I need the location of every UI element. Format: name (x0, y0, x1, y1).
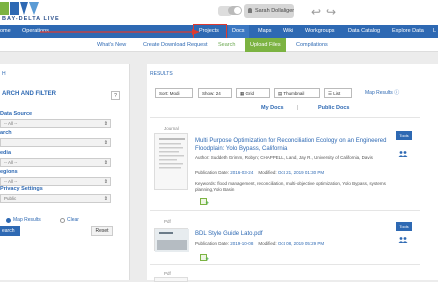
subnav-whats-new[interactable]: What's New (97, 38, 126, 52)
tools-button[interactable]: Tools (396, 222, 412, 231)
nav-explore-data[interactable]: Explore Data (392, 25, 424, 38)
subnav-upload-files[interactable]: Upload Files (245, 38, 286, 52)
clear-label: Clear (67, 217, 79, 223)
thumbnail-label: Thumbnail (283, 91, 305, 96)
results-title: RESULTS (150, 71, 173, 77)
search-label: arch (0, 130, 12, 136)
subnav-search[interactable]: Search (218, 38, 235, 52)
doc-title-link[interactable]: BDL Style Guide Lato.pdf (195, 231, 400, 239)
document-preview-icon (159, 138, 185, 169)
tools-button[interactable]: Tools (396, 131, 412, 140)
sidebar-section-label: H (2, 71, 6, 77)
nav-maps[interactable]: Maps (258, 25, 271, 38)
authors-value: Suddeth Grimm, Robyn; CHAPPELL, Land, Ja… (210, 155, 373, 160)
doc-type-label: Pdf (164, 219, 171, 224)
divider (150, 264, 420, 265)
map-results-link-label: Map Results (365, 90, 393, 96)
sidebar-heading: ARCH AND FILTER (2, 91, 56, 97)
doc-thumbnail[interactable] (154, 228, 189, 252)
data-source-select[interactable]: -- All -- (0, 119, 111, 128)
divider (150, 117, 420, 118)
nav-home[interactable]: ome (0, 25, 11, 38)
results-panel: RESULTS Sort: Modi Show: 24 ▦ Grid ▤ Thu… (147, 64, 438, 282)
pub-date-value: 2016-03-24 (230, 170, 254, 175)
sort-select[interactable]: Sort: Modi (155, 88, 193, 98)
pub-date-label: Publication Date: (195, 241, 230, 246)
doc-dates: Publication Date: 2019-10-08 Modified: O… (195, 241, 324, 247)
doc-dates: Publication Date: 2016-03-24 Modified: O… (195, 170, 324, 176)
doc-authors: Author: Suddeth Grimm, Robyn; CHAPPELL, … (195, 155, 405, 161)
add-to-compilation-icon[interactable] (200, 254, 209, 263)
map-results-link[interactable]: Map Results ⓘ (365, 89, 399, 96)
map-results-checkbox[interactable] (6, 218, 11, 223)
search-filter-sidebar: H ARCH AND FILTER ? Data Source -- All -… (0, 64, 130, 280)
back-arrow-icon[interactable]: ↩ (311, 5, 321, 19)
document-preview-icon (155, 229, 189, 252)
doc-title-link[interactable]: Multi Purpose Optimization for Reconcili… (195, 138, 400, 153)
add-to-compilation-icon[interactable] (200, 198, 209, 207)
bay-delta-logo-icon[interactable] (0, 2, 40, 15)
grid-view-button[interactable]: ▦ Grid (236, 88, 270, 98)
nav-docs[interactable]: Docs (228, 25, 249, 38)
search-button[interactable]: earch (0, 226, 20, 236)
nav-workgroups[interactable]: Workgroups (305, 25, 335, 38)
top-bar: BAY-DELTA LIVE Sarah Dollaliger ↩ ↪ (0, 0, 438, 25)
privacy-settings-select[interactable]: Public (0, 194, 111, 203)
media-label: edia (0, 150, 12, 156)
toggle-switch[interactable] (228, 6, 242, 15)
annotation-arrow-icon (40, 29, 200, 35)
doc-keywords: Keywords: flood management, reconciliati… (195, 181, 405, 193)
pub-date-value: 2019-10-08 (230, 241, 254, 246)
logo-text: BAY-DELTA LIVE (2, 16, 60, 22)
search-input[interactable] (0, 138, 111, 147)
data-source-label: Data Source (0, 111, 33, 117)
subnav-compilations[interactable]: Compilations (296, 38, 328, 52)
thumbnail-view-button[interactable]: ▤ Thumbnail (274, 88, 320, 98)
info-icon: ⓘ (394, 90, 400, 96)
media-select[interactable]: -- All -- (0, 158, 111, 167)
nav-wiki[interactable]: Wiki (283, 25, 293, 38)
user-icon (248, 8, 252, 14)
regions-label: egions (0, 169, 18, 175)
divider (150, 210, 420, 211)
sub-nav: What's New Create Download Request Searc… (0, 38, 438, 52)
show-select[interactable]: Show: 24 (198, 88, 232, 98)
subnav-create-download-request[interactable]: Create Download Request (143, 38, 208, 52)
clear-checkbox[interactable] (60, 218, 65, 223)
map-results-label: Map Results (13, 217, 41, 223)
nav-more[interactable]: L (433, 25, 436, 38)
doc-type-label: Pdf (164, 271, 171, 276)
list-view-button[interactable]: ☰ List (324, 88, 352, 98)
modified-label: Modified: (258, 170, 277, 175)
tab-separator: | (297, 105, 299, 111)
people-icon (398, 151, 408, 157)
nav-data-catalog[interactable]: Data Catalog (348, 25, 380, 38)
modified-value: Oct 08, 2019 05:29 PM (277, 241, 325, 246)
keywords-value: flood management, reconciliation, multi-… (195, 181, 386, 192)
tab-my-docs[interactable]: My Docs (261, 105, 284, 111)
forward-arrow-icon[interactable]: ↪ (326, 5, 336, 19)
help-button[interactable]: ? (111, 91, 120, 100)
modified-value: Oct 21, 2019 01:30 PM (277, 170, 325, 175)
privacy-settings-label: Privacy Settings (0, 186, 43, 192)
modified-label: Modified: (258, 241, 277, 246)
reset-button[interactable]: Reset (91, 226, 113, 236)
grid-label: Grid (245, 91, 255, 96)
pub-date-label: Publication Date: (195, 170, 230, 175)
tab-public-docs[interactable]: Public Docs (318, 105, 349, 111)
doc-thumbnail[interactable] (154, 133, 188, 190)
list-label: List (333, 91, 341, 96)
regions-select[interactable]: -- All -- (0, 177, 111, 186)
user-menu[interactable]: Sarah Dollaliger (244, 4, 294, 18)
doc-type-label: Journal (164, 126, 179, 131)
authors-label: Author: (195, 155, 210, 160)
keywords-label: Keywords: (195, 181, 217, 186)
people-icon (398, 237, 408, 243)
user-name: Sarah Dollaliger (255, 8, 295, 14)
